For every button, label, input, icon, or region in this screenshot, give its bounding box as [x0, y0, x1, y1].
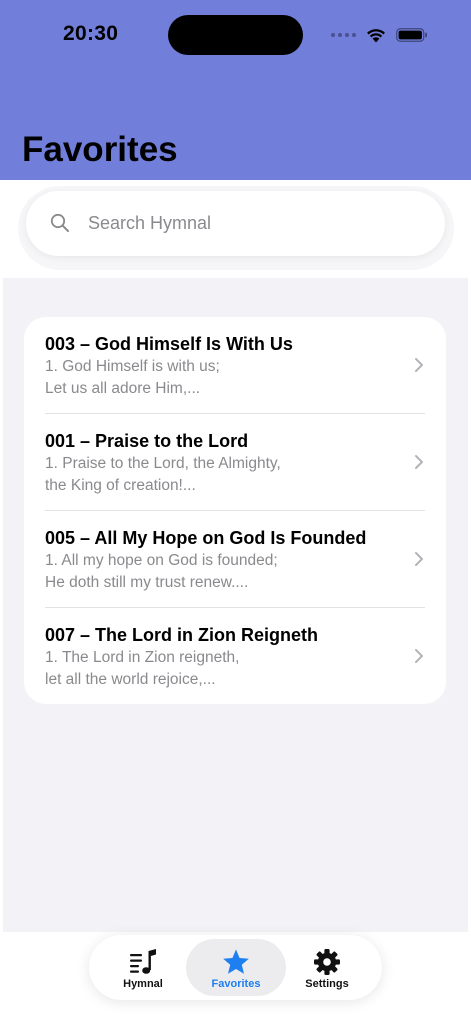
- music-list-icon: [130, 949, 156, 974]
- header: 20:30 Favorites: [0, 0, 471, 180]
- search-bar-container: [0, 180, 471, 278]
- hymn-second-line: let all the world rejoice,...: [45, 671, 216, 688]
- list-item[interactable]: 007 – The Lord in Zion Reigneth 1. The L…: [24, 608, 446, 704]
- hymn-title: 003 – God Himself Is With Us: [45, 334, 293, 354]
- hymn-first-line: 1. The Lord in Zion reigneth,: [45, 649, 240, 666]
- battery-icon: [396, 28, 427, 42]
- cellular-signal-icon: [331, 33, 356, 37]
- chevron-right-icon: [415, 649, 423, 663]
- search-input[interactable]: [88, 208, 418, 238]
- tab-settings[interactable]: Settings: [277, 939, 377, 996]
- hymn-second-line: the King of creation!...: [45, 477, 196, 494]
- tab-favorites[interactable]: Favorites: [186, 939, 286, 996]
- wifi-icon: [367, 28, 385, 42]
- gear-icon: [314, 949, 340, 975]
- status-time: 20:30: [63, 22, 119, 45]
- list-item[interactable]: 003 – God Himself Is With Us 1. God Hims…: [24, 317, 446, 414]
- hymn-title: 001 – Praise to the Lord: [45, 431, 249, 451]
- tab-label: Hymnal: [123, 978, 163, 990]
- hymn-second-line: Let us all adore Him,...: [45, 380, 201, 397]
- hymn-first-line: 1. God Himself is with us;: [45, 358, 220, 375]
- tab-label: Favorites: [211, 978, 261, 990]
- star-icon: [223, 949, 249, 974]
- search-field[interactable]: [26, 191, 445, 256]
- hymn-first-line: 1. All my hope on God is founded;: [45, 552, 278, 569]
- hymn-title: 005 – All My Hope on God Is Founded: [45, 528, 367, 548]
- status-indicators: [331, 25, 428, 45]
- list-item[interactable]: 001 – Praise to the Lord 1. Praise to th…: [24, 414, 446, 511]
- favorites-screen: 20:30 Favorites Search Hymnal 003 – God …: [0, 0, 471, 1024]
- tab-label: Settings: [305, 978, 349, 990]
- hymn-first-line: 1. Praise to the Lord, the Almighty,: [45, 455, 281, 472]
- dynamic-island: [168, 15, 303, 55]
- list-item[interactable]: 005 – All My Hope on God Is Founded 1. A…: [24, 511, 446, 608]
- chevron-right-icon: [415, 455, 423, 469]
- search-icon: [50, 213, 69, 232]
- chevron-right-icon: [415, 552, 423, 566]
- favorites-list: 003 – God Himself Is With Us 1. God Hims…: [24, 317, 446, 704]
- page-title: Favorites: [22, 130, 178, 169]
- hymn-second-line: He doth still my trust renew....: [45, 574, 249, 591]
- hymn-title: 007 – The Lord in Zion Reigneth: [45, 625, 319, 645]
- tab-bar: Hymnal Favorites Settings: [89, 935, 382, 1000]
- tab-hymnal[interactable]: Hymnal: [93, 939, 193, 996]
- favorites-content: 003 – God Himself Is With Us 1. God Hims…: [3, 278, 468, 932]
- chevron-right-icon: [415, 358, 423, 372]
